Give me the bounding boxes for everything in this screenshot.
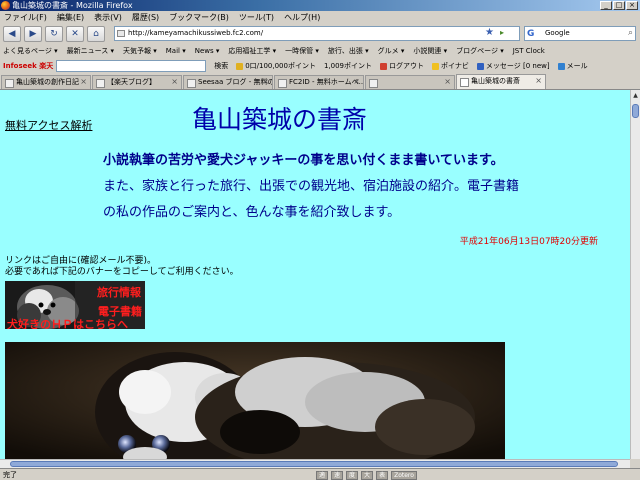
bookmark-folder[interactable]: News ▾ — [195, 47, 220, 55]
status-text: 完了 — [3, 471, 17, 479]
window-titlebar: 亀山築城の書斎 - Mozilla Firefox _ □ × — [0, 0, 640, 11]
go-arrow-icon[interactable]: ▸ — [500, 26, 504, 40]
vertical-scrollbar[interactable]: ▲ — [630, 90, 640, 459]
horizontal-scroll-thumb[interactable] — [10, 461, 618, 467]
bookmark-folder[interactable]: 最新ニュース ▾ — [67, 46, 114, 56]
reload-button[interactable]: ↻ — [45, 26, 63, 42]
stop-button[interactable]: ✕ — [66, 26, 84, 42]
bookmark-folder[interactable]: ブログページ ▾ — [456, 46, 504, 56]
intro-line: の私の作品のご案内と、色んな事を紹介致します。 — [103, 205, 401, 220]
tab[interactable]: 【楽天ブログ】 × — [92, 75, 182, 89]
url-bar[interactable]: http://kameyamachikussiweb.fc2.com/ — [114, 26, 520, 41]
mail-button[interactable]: メール — [557, 61, 588, 71]
banner-text-dog: 犬好きのＨＰはこちらへ — [7, 318, 128, 329]
bookmark-folder[interactable]: 天気予報 ▾ — [123, 46, 157, 56]
page-content: 無料アクセス解析 亀山築城の書斎 小説執筆の苦労や愛犬ジャッキーの事を思い付くま… — [0, 90, 630, 459]
bookmarks-toolbar: よく見るページ ▾ 最新ニュース ▾ 天気予報 ▾ Mail ▾ News ▾ … — [0, 44, 640, 58]
intro-text: 小説執筆の苦労や愛犬ジャッキーの事を思い付くまま書いています。 また、家族と行っ… — [103, 148, 519, 226]
status-tool-button[interactable]: 大 — [361, 470, 374, 480]
poinavi-icon — [432, 62, 440, 70]
message-button[interactable]: メッセージ [0 new] — [476, 61, 550, 71]
bookmark-folder[interactable]: 旅行、出張 ▾ — [328, 46, 369, 56]
menu-view[interactable]: 表示(V) — [94, 12, 122, 23]
mail-icon — [557, 62, 565, 70]
dog-photo — [5, 342, 505, 459]
navigation-toolbar: ◀ ▶ ↻ ✕ ⌂ http://kameyamachikussiweb.fc2… — [0, 24, 640, 44]
tab-close-icon[interactable]: × — [262, 76, 269, 88]
tab[interactable]: 亀山築城の創作日記 × — [1, 75, 91, 89]
status-tools: 適 速 度 大 表 Zotero — [316, 470, 636, 480]
bookmark-folder[interactable]: よく見るページ ▾ — [3, 46, 58, 56]
search-placeholder: Google — [545, 29, 570, 37]
dog-photo-image — [5, 342, 505, 459]
banner-text-travel: 旅行情報 — [97, 286, 141, 299]
tab-close-icon[interactable]: × — [535, 75, 542, 87]
status-tool-button[interactable]: 度 — [346, 470, 359, 480]
status-tool-button[interactable]: 速 — [331, 470, 344, 480]
vertical-scroll-thumb[interactable] — [632, 104, 639, 118]
menu-help[interactable]: ヘルプ(H) — [284, 12, 320, 23]
maximize-button[interactable]: □ — [613, 1, 625, 10]
menu-file[interactable]: ファイル(F) — [4, 12, 47, 23]
scroll-up-icon[interactable]: ▲ — [632, 92, 639, 101]
infoseek-toolbar: Infoseek 楽天 検索 0口/100,000ポイント 1,009ポイント … — [0, 58, 640, 74]
search-icon[interactable]: ⌕ — [628, 27, 633, 40]
site-favicon-icon — [117, 30, 125, 37]
status-tool-button[interactable]: 表 — [376, 470, 389, 480]
search-input[interactable]: G Google ⌕ — [524, 26, 636, 41]
bookmark-folder[interactable]: 一時保管 ▾ — [285, 46, 319, 56]
tab-close-icon[interactable]: × — [80, 76, 87, 88]
tab-close-icon[interactable]: × — [353, 76, 360, 88]
bookmark-link[interactable]: JST Clock — [513, 47, 545, 55]
tab-close-icon[interactable]: × — [444, 76, 451, 88]
access-analysis-link[interactable]: 無料アクセス解析 — [5, 117, 92, 133]
tab[interactable]: × — [365, 75, 455, 89]
minimize-button[interactable]: _ — [600, 1, 612, 10]
tab[interactable]: Seesaa ブログ - 無料のブ...× — [183, 75, 273, 89]
intro-line: 小説執筆の苦労や愛犬ジャッキーの事を思い付くまま書いています。 — [103, 153, 504, 168]
points-balance[interactable]: 1,009ポイント — [324, 61, 372, 71]
tab[interactable]: FC2ID - 無料ホームペ... × — [274, 75, 364, 89]
zotero-button[interactable]: Zotero — [391, 470, 417, 480]
status-tool-button[interactable]: 適 — [316, 470, 329, 480]
infoseek-logo[interactable]: Infoseek 楽天 — [3, 61, 53, 71]
bookmark-star-icon[interactable]: ★ — [485, 26, 494, 40]
message-icon — [476, 62, 484, 70]
tab-strip: 亀山築城の創作日記× 【楽天ブログ】× Seesaa ブログ - 無料のブ...… — [0, 74, 640, 90]
menu-edit[interactable]: 編集(E) — [57, 12, 84, 23]
toolbar-search-input[interactable] — [56, 60, 207, 72]
menu-bar: ファイル(F) 編集(E) 表示(V) 履歴(S) ブックマーク(B) ツール(… — [0, 11, 640, 24]
logout-icon — [380, 62, 388, 70]
update-timestamp: 平成21年06月13日07時20分更新 — [459, 237, 598, 247]
tab-active[interactable]: 亀山築城の書斎 × — [456, 74, 546, 89]
back-button[interactable]: ◀ — [3, 26, 21, 42]
menu-bookmarks[interactable]: ブックマーク(B) — [169, 12, 229, 23]
google-icon: G — [527, 29, 535, 39]
window-controls: _ □ × — [600, 1, 638, 10]
close-button[interactable]: × — [626, 1, 638, 10]
status-bar: 完了 適 速 度 大 表 Zotero — [0, 468, 640, 480]
bookmark-folder[interactable]: グルメ ▾ — [378, 46, 405, 56]
bookmark-folder[interactable]: Mail ▾ — [166, 47, 186, 55]
menu-tools[interactable]: ツール(T) — [239, 12, 274, 23]
poinavi-button[interactable]: ポイナビ — [432, 61, 469, 71]
home-button[interactable]: ⌂ — [87, 26, 105, 42]
horizontal-scrollbar[interactable] — [0, 459, 630, 468]
forward-button[interactable]: ▶ — [24, 26, 42, 42]
window-title: 亀山築城の書斎 - Mozilla Firefox — [12, 1, 133, 10]
intro-line: また、家族と行った旅行、出張での観光地、宿泊施設の紹介。電子書籍 — [103, 179, 520, 194]
site-banner[interactable]: 旅行情報 電子書籍 犬好きのＨＰはこちらへ — [5, 281, 145, 329]
coin-icon — [236, 62, 244, 70]
url-text: http://kameyamachikussiweb.fc2.com/ — [128, 29, 264, 37]
points-counter[interactable]: 0口/100,000ポイント — [236, 61, 316, 71]
logout-button[interactable]: ログアウト — [380, 61, 424, 71]
toolbar-search-button[interactable]: 検索 — [214, 61, 228, 71]
link-note: リンクはご自由に(確認メール不要)。 必要であれば下記のバナーをコピーしてご利用… — [5, 256, 239, 277]
page-title: 亀山築城の書斎 — [192, 105, 368, 134]
bookmark-folder[interactable]: 小説関連 ▾ — [413, 46, 447, 56]
bookmark-folder[interactable]: 応用福祉工学 ▾ — [228, 46, 276, 56]
tab-close-icon[interactable]: × — [171, 76, 178, 88]
firefox-icon — [1, 1, 10, 10]
menu-history[interactable]: 履歴(S) — [132, 12, 159, 23]
